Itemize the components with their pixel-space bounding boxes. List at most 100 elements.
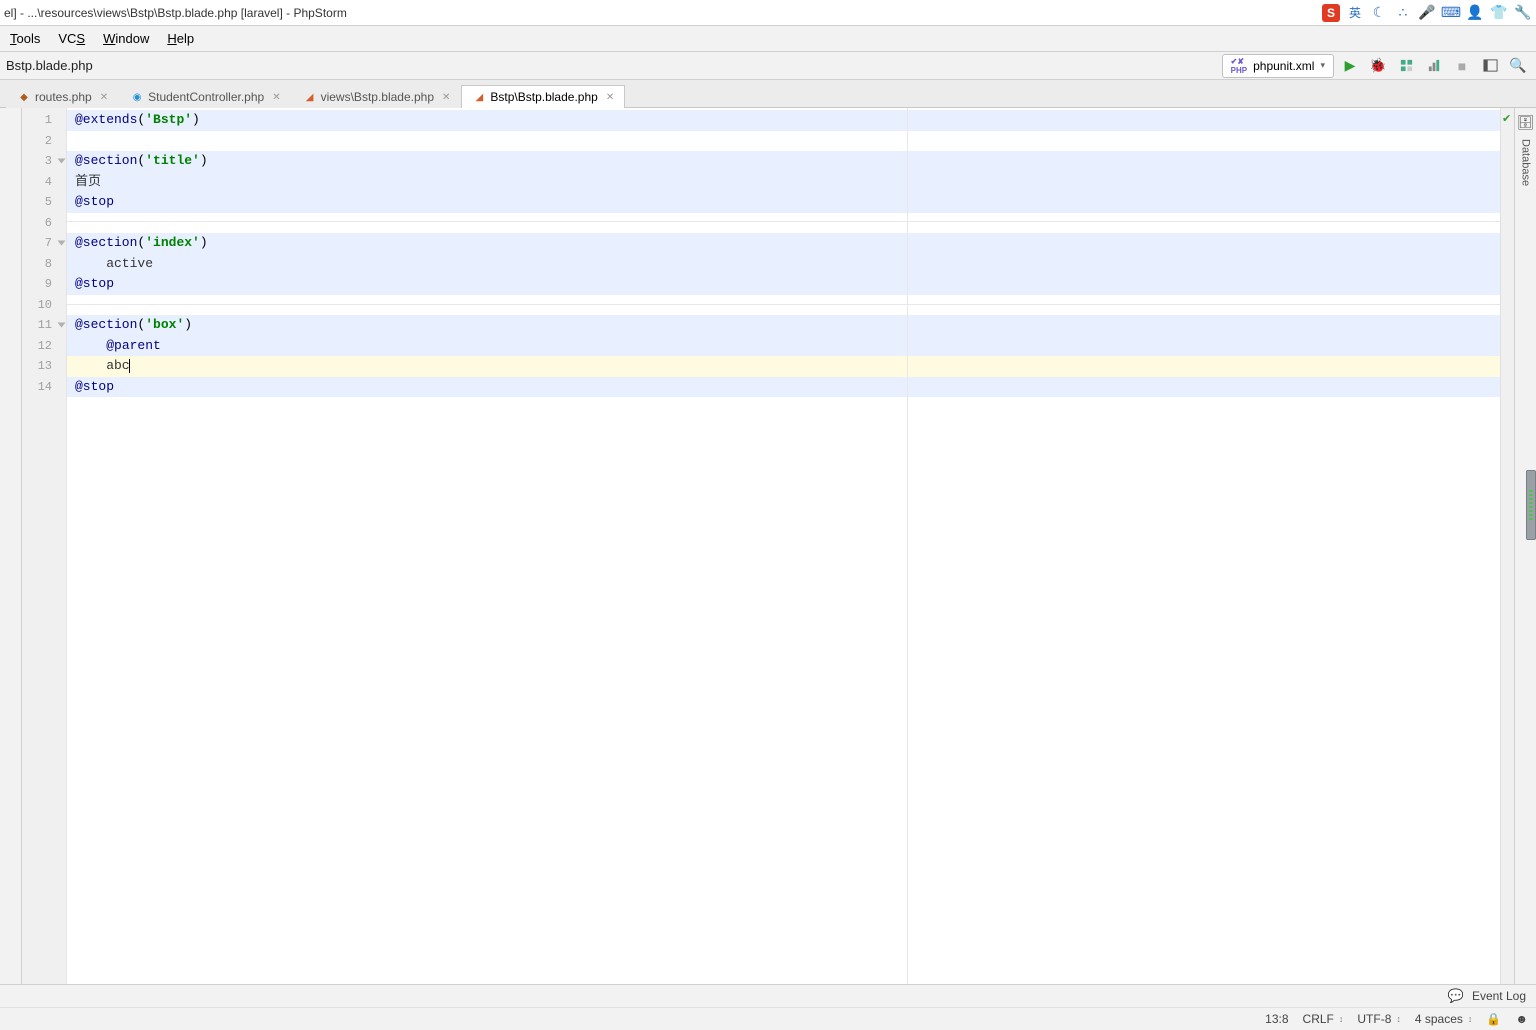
line-number[interactable]: 10 (22, 295, 66, 316)
system-tray: S 英 ☾ ∴ 🎤 ⌨ 👤 👕 🔧 (1322, 4, 1532, 22)
code-area[interactable]: @extends('Bstp') @section('title') 首页 @s… (67, 108, 1500, 984)
run-button[interactable]: ▶ (1338, 54, 1362, 78)
menu-bar: Tools VCS Window Help (0, 26, 1536, 52)
controller-file-icon: ◉ (130, 90, 144, 104)
directive: @stop (75, 276, 114, 291)
tab-views-bstp-blade[interactable]: ◢ views\Bstp.blade.php ✕ (292, 85, 462, 108)
line-number-gutter[interactable]: 1 2 3 4 5 6 7 8 9 10 11 12 13 14 (22, 108, 67, 984)
error-stripe[interactable]: ✔ (1500, 108, 1514, 984)
mic-icon[interactable]: 🎤 (1418, 4, 1436, 22)
run-configuration-selector[interactable]: ✔✘PHP phpunit.xml ▾ (1222, 54, 1334, 78)
line-separator-selector[interactable]: CRLF (1303, 1012, 1344, 1026)
right-margin-guide (907, 108, 908, 984)
directive: @section (75, 317, 137, 332)
event-log-icon[interactable]: 💬 (1448, 988, 1464, 1004)
profile-button[interactable] (1422, 54, 1446, 78)
php-file-icon: ✔✘PHP (1231, 57, 1247, 75)
tab-student-controller[interactable]: ◉ StudentController.php ✕ (119, 85, 291, 108)
string: 'box' (145, 317, 184, 332)
string: 'index' (145, 235, 200, 250)
directive: @extends (75, 112, 137, 127)
tab-routes-php[interactable]: ◆ routes.php ✕ (6, 85, 119, 108)
directive: @stop (75, 194, 114, 209)
text: 首页 (75, 174, 101, 189)
tab-label: StudentController.php (148, 90, 264, 104)
caret (129, 359, 130, 373)
text: active (75, 256, 153, 271)
right-tool-stripe[interactable]: 🗄 Database (1514, 108, 1536, 984)
database-toolwindow-label[interactable]: Database (1520, 139, 1532, 186)
line-number[interactable]: 2 (22, 131, 66, 152)
line-number[interactable]: 6 (22, 213, 66, 234)
string: 'Bstp' (145, 112, 192, 127)
line-number[interactable]: 12 (22, 336, 66, 357)
run-configuration-label: phpunit.xml (1253, 59, 1314, 73)
dots-icon[interactable]: ∴ (1394, 4, 1412, 22)
string: 'title' (145, 153, 200, 168)
line-number[interactable]: 3 (22, 151, 66, 172)
stop-button: ■ (1450, 54, 1474, 78)
directive: @section (75, 235, 137, 250)
readonly-lock-icon[interactable]: 🔒 (1486, 1012, 1501, 1026)
moon-icon[interactable]: ☾ (1370, 4, 1388, 22)
line-number[interactable]: 9 (22, 274, 66, 295)
shirt-icon[interactable]: 👕 (1490, 4, 1508, 22)
search-everywhere-button[interactable]: 🔍 (1506, 54, 1530, 78)
directive: @stop (75, 379, 114, 394)
line-number[interactable]: 5 (22, 192, 66, 213)
editor-tab-bar: ◆ routes.php ✕ ◉ StudentController.php ✕… (0, 80, 1536, 108)
line-number[interactable]: 13 (22, 356, 66, 377)
tab-bstp-bstp-blade[interactable]: ◢ Bstp\Bstp.blade.php ✕ (461, 85, 625, 108)
close-icon[interactable]: ✕ (100, 92, 108, 103)
text: abc (75, 358, 130, 373)
scrollbar-marks (1529, 490, 1533, 520)
indent-selector[interactable]: 4 spaces (1415, 1012, 1473, 1026)
menu-vcs[interactable]: VCS (58, 31, 85, 46)
run-toolbar: ✔✘PHP phpunit.xml ▾ ▶ 🐞 ■ 🔍 (1222, 54, 1530, 78)
debug-button[interactable]: 🐞 (1366, 54, 1390, 78)
coverage-button[interactable] (1394, 54, 1418, 78)
line-number[interactable]: 7 (22, 233, 66, 254)
editor[interactable]: 1 2 3 4 5 6 7 8 9 10 11 12 13 14 @extend… (22, 108, 1514, 984)
encoding-selector[interactable]: UTF-8 (1357, 1012, 1401, 1026)
menu-window[interactable]: Window (103, 31, 149, 46)
navigation-bar: Bstp.blade.php ✔✘PHP phpunit.xml ▾ ▶ 🐞 ■… (0, 52, 1536, 80)
ime-lang-icon[interactable]: 英 (1346, 4, 1364, 22)
close-icon[interactable]: ✕ (606, 92, 614, 103)
title-bar: el] - ...\resources\views\Bstp\Bstp.blad… (0, 0, 1536, 26)
chevron-down-icon: ▾ (1320, 60, 1325, 71)
person-icon[interactable]: 👤 (1466, 4, 1484, 22)
menu-help[interactable]: Help (167, 31, 194, 46)
status-bar: 13:8 CRLF UTF-8 4 spaces 🔒 ☻ (0, 1007, 1536, 1030)
status-bar-upper: 💬 Event Log (0, 984, 1536, 1007)
analysis-ok-icon: ✔ (1502, 112, 1511, 125)
menu-tools[interactable]: Tools (10, 31, 40, 46)
tab-label: views\Bstp.blade.php (321, 90, 434, 104)
workspace: 1 2 3 4 5 6 7 8 9 10 11 12 13 14 @extend… (0, 108, 1536, 984)
tab-label: Bstp\Bstp.blade.php (490, 90, 597, 104)
line-number[interactable]: 11 (22, 315, 66, 336)
line-number[interactable]: 8 (22, 254, 66, 275)
blade-file-icon: ◢ (303, 90, 317, 104)
breadcrumb[interactable]: Bstp.blade.php (6, 58, 1222, 73)
directive: @section (75, 153, 137, 168)
caret-position[interactable]: 13:8 (1265, 1012, 1288, 1026)
line-number[interactable]: 14 (22, 377, 66, 398)
php-file-icon: ◆ (17, 90, 31, 104)
sogou-ime-icon[interactable]: S (1322, 4, 1340, 22)
tab-label: routes.php (35, 90, 92, 104)
inspections-widget[interactable]: ☻ (1515, 1012, 1528, 1026)
close-icon[interactable]: ✕ (442, 92, 450, 103)
layout-settings-button[interactable] (1478, 54, 1502, 78)
line-number[interactable]: 1 (22, 110, 66, 131)
directive: @parent (106, 338, 161, 353)
blade-file-icon: ◢ (472, 90, 486, 104)
keyboard-icon[interactable]: ⌨ (1442, 4, 1460, 22)
window-title: el] - ...\resources\views\Bstp\Bstp.blad… (4, 6, 1322, 20)
database-icon[interactable]: 🗄 (1517, 114, 1535, 131)
close-icon[interactable]: ✕ (272, 92, 280, 103)
event-log-label[interactable]: Event Log (1472, 989, 1526, 1003)
left-tool-stripe[interactable] (0, 108, 22, 984)
line-number[interactable]: 4 (22, 172, 66, 193)
wrench-icon[interactable]: 🔧 (1514, 4, 1532, 22)
